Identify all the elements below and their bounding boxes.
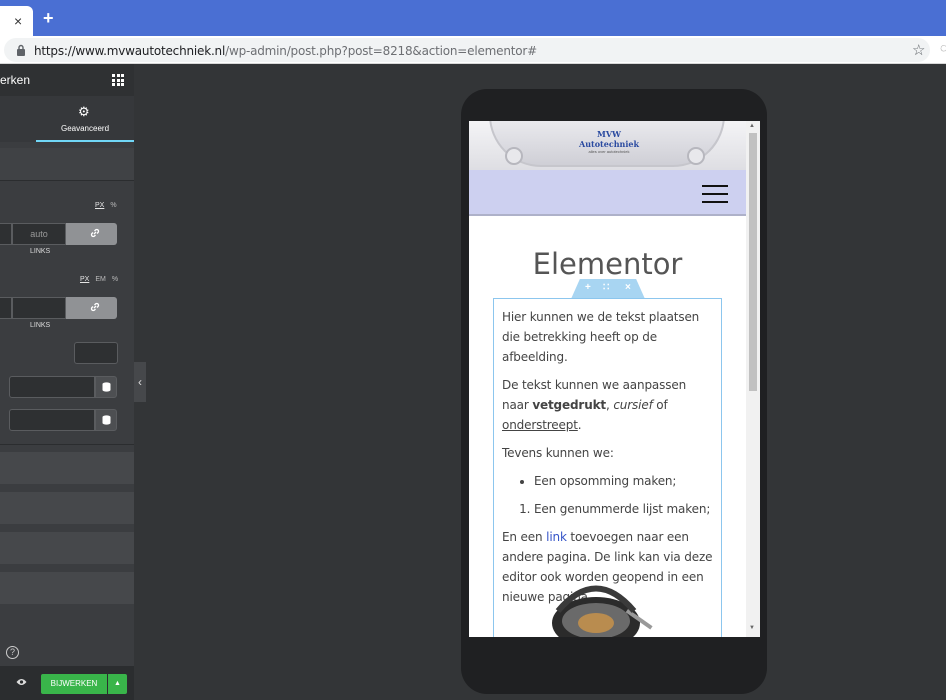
editor-panel: erken ⚙ Geavanceerd PX% auto LINKS PX EM%…	[0, 64, 134, 700]
gear-icon: ⚙	[78, 104, 90, 119]
accordion-section[interactable]	[0, 572, 134, 604]
add-widget-icon[interactable]: +	[585, 282, 591, 293]
unit-px[interactable]: PX	[95, 202, 104, 209]
thermostat-image	[552, 585, 653, 637]
remove-widget-icon[interactable]: ×	[625, 282, 631, 293]
dynamic-tags-button[interactable]	[95, 409, 117, 431]
collapse-panel-handle[interactable]: ‹	[134, 362, 146, 402]
lock-icon	[17, 44, 25, 56]
bold-text: vetgedrukt	[532, 398, 607, 412]
url-input[interactable]: https://www.mvwautotechniek.nl/wp-admin/…	[4, 38, 930, 62]
padding-units: PX EM%	[80, 276, 118, 283]
browser-tab[interactable]: ×	[0, 6, 33, 36]
bookmark-star-icon[interactable]: ☆	[912, 41, 925, 59]
tab-advanced[interactable]: ⚙ Geavanceerd	[36, 96, 134, 142]
panel-footer: BIJWERKEN ▲	[0, 666, 134, 700]
z-index-input[interactable]	[74, 342, 118, 364]
accordion-section[interactable]	[0, 532, 134, 564]
scroll-down-icon[interactable]: ▼	[749, 625, 755, 631]
address-bar: https://www.mvwautotechniek.nl/wp-admin/…	[0, 36, 946, 64]
margin-left-label: LINKS	[30, 248, 51, 255]
italic-text: cursief	[613, 398, 653, 412]
underlined-text: onderstreept	[502, 418, 578, 432]
paragraph: Hier kunnen we de tekst plaatsen die bet…	[502, 310, 700, 364]
divider	[0, 444, 134, 445]
drag-handle-icon[interactable]: ∷	[603, 282, 609, 293]
margin-left-input[interactable]: auto	[12, 223, 66, 245]
browser-tab-bar: × +	[0, 0, 946, 36]
divider	[0, 180, 134, 181]
panel-title: erken	[0, 73, 31, 87]
list-item: Een opsomming maken;	[534, 471, 716, 491]
accordion-section[interactable]	[0, 492, 134, 524]
link-icon	[90, 228, 100, 238]
site-logo[interactable]: MVW Autotechniek alles over autotechniek	[569, 129, 649, 154]
database-icon	[102, 382, 111, 392]
padding-left-label: LINKS	[30, 322, 51, 329]
margin-link-button[interactable]	[66, 223, 117, 245]
eye-icon[interactable]	[16, 678, 27, 686]
numbered-list: Een genummerde lijst maken;	[534, 499, 716, 519]
margin-units: PX%	[95, 202, 117, 209]
extension-icon[interactable]: ◌	[940, 40, 946, 55]
padding-left-input[interactable]	[12, 297, 66, 319]
unit-em[interactable]: EM	[95, 276, 106, 283]
scroll-thumb[interactable]	[749, 133, 757, 391]
site-navbar	[469, 170, 746, 216]
list-item: Een genummerde lijst maken;	[534, 499, 716, 519]
update-options-arrow[interactable]: ▲	[108, 674, 127, 694]
padding-right-input[interactable]	[0, 297, 12, 319]
scroll-up-icon[interactable]: ▲	[749, 123, 755, 129]
unit-px[interactable]: PX	[80, 276, 89, 283]
margin-right-input[interactable]	[0, 223, 12, 245]
unit-percent[interactable]: %	[112, 276, 118, 283]
padding-link-button[interactable]	[66, 297, 117, 319]
preview-scrollbar[interactable]: ▲ ▼	[746, 121, 760, 637]
widgets-grid-icon[interactable]	[112, 74, 124, 86]
panel-tabs: ⚙ Geavanceerd	[0, 96, 134, 142]
panel-header: erken	[0, 64, 134, 96]
new-tab-icon[interactable]: +	[43, 9, 54, 27]
page-heading[interactable]: Elementor	[469, 247, 746, 281]
help-icon[interactable]: ?	[6, 646, 19, 659]
logo-title: MVW Autotechniek	[578, 129, 639, 149]
url-path: /wp-admin/post.php?post=8218&action=elem…	[225, 44, 537, 58]
css-classes-input[interactable]	[9, 409, 95, 431]
unit-percent[interactable]: %	[110, 202, 116, 209]
text-content: Hier kunnen we de tekst plaatsen die bet…	[502, 307, 716, 615]
mobile-preview-screen: MVW Autotechniek alles over autotechniek…	[469, 121, 760, 637]
paragraph: De tekst kunnen we aanpassen naar vetged…	[502, 378, 687, 432]
logo-subtitle: alles over autotechniek	[588, 149, 630, 154]
link-icon	[90, 302, 100, 312]
url-host: https://www.mvwautotechniek.nl	[34, 44, 226, 58]
database-icon	[102, 415, 111, 425]
css-id-input[interactable]	[9, 376, 95, 398]
section-header[interactable]	[0, 148, 134, 180]
widget-edit-tab: + ∷ ×	[571, 279, 645, 299]
content-link[interactable]: link	[546, 530, 567, 544]
url-text: https://www.mvwautotechniek.nl/wp-admin/…	[34, 44, 537, 58]
paragraph: Tevens kunnen we:	[502, 446, 614, 460]
hamburger-menu-icon[interactable]	[702, 185, 728, 203]
tab-advanced-label: Geavanceerd	[60, 124, 110, 133]
accordion-section[interactable]	[0, 452, 134, 484]
text-editor-widget[interactable]: Hier kunnen we de tekst plaatsen die bet…	[493, 298, 722, 637]
close-tab-icon[interactable]: ×	[14, 13, 22, 29]
dynamic-tags-button[interactable]	[95, 376, 117, 398]
bullet-list: Een opsomming maken;	[534, 471, 716, 491]
header-banner: MVW Autotechniek alles over autotechniek	[469, 121, 746, 170]
update-button[interactable]: BIJWERKEN	[41, 674, 107, 694]
